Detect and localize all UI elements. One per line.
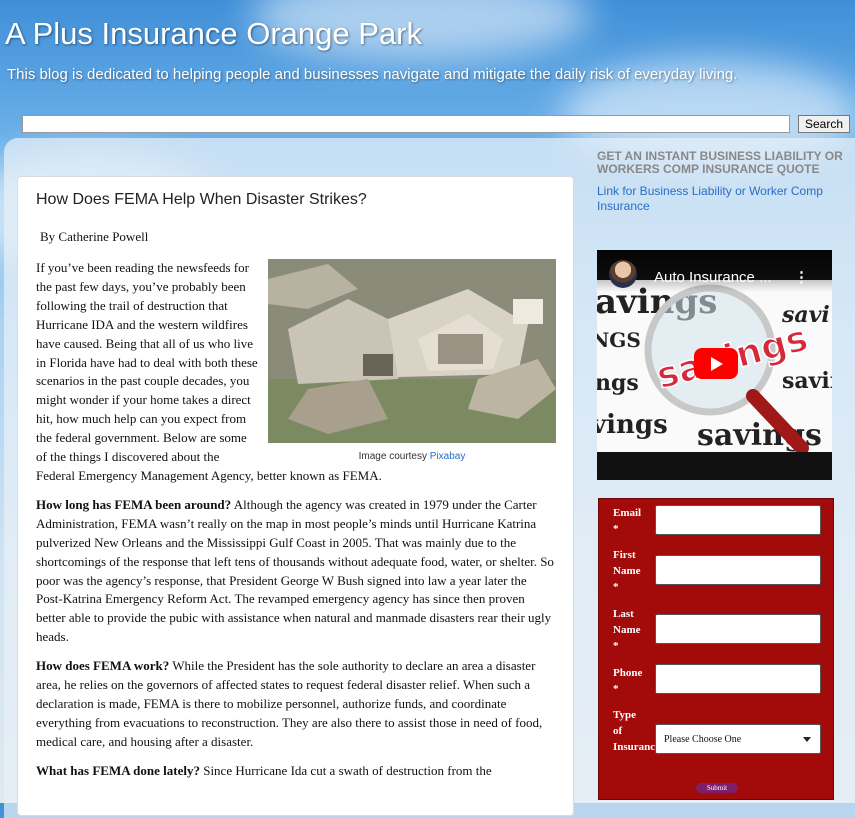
search-input[interactable]: [22, 115, 790, 133]
blog-description: This blog is dedicated to helping people…: [7, 66, 738, 83]
email-field[interactable]: [655, 505, 821, 535]
insurance-type-select[interactable]: Please Choose One: [655, 724, 821, 754]
post-figure: Image courtesy Pixabay: [268, 259, 556, 463]
section-heading: What has FEMA done lately?: [36, 762, 200, 778]
search-bar: Search: [22, 115, 851, 134]
phone-label: Phone *: [613, 667, 643, 695]
section-heading: How does FEMA work?: [36, 658, 170, 674]
chevron-down-icon: [803, 737, 811, 742]
phone-field[interactable]: [655, 664, 821, 694]
email-label: Email *: [613, 507, 642, 535]
post-section: What has FEMA done lately? Since Hurrica…: [36, 762, 556, 781]
post-title[interactable]: How Does FEMA Help When Disaster Strikes…: [36, 191, 367, 209]
first-name-field[interactable]: [655, 555, 821, 585]
youtube-video-embed[interactable]: avings NGS ngs vings savings savi savin …: [597, 250, 832, 480]
caption-text: Image courtesy: [358, 451, 430, 462]
insurance-type-selected: Please Choose One: [664, 734, 742, 745]
post-section: How does FEMA work? While the President …: [36, 657, 556, 752]
search-button[interactable]: Search: [798, 115, 850, 133]
blog-post: How Does FEMA Help When Disaster Strikes…: [17, 176, 574, 816]
business-liability-link[interactable]: Link for Business Liability or Worker Co…: [597, 184, 847, 214]
kebab-menu-icon[interactable]: ⋮: [794, 268, 809, 286]
quote-form: Email * First Name * Last Name * Phone *…: [598, 498, 834, 800]
hurricane-damage-photo: [268, 259, 556, 443]
post-byline: By Catherine Powell: [40, 229, 149, 244]
quote-widget-heading: GET AN INSTANT BUSINESS LIABILITY OR WOR…: [597, 149, 843, 176]
section-text: Since Hurricane Ida cut a swath of destr…: [199, 762, 492, 778]
hurricane-damage-illustration: [268, 259, 556, 443]
play-icon[interactable]: [694, 348, 738, 379]
sidebar: GET AN INSTANT BUSINESS LIABILITY OR WOR…: [597, 150, 847, 214]
submit-button[interactable]: Submit: [696, 783, 738, 793]
post-body: Image courtesy Pixabay If you’ve been re…: [36, 259, 556, 791]
last-name-field[interactable]: [655, 614, 821, 644]
channel-avatar[interactable]: [609, 260, 637, 288]
image-caption: Image courtesy Pixabay: [268, 450, 556, 463]
pixabay-link[interactable]: Pixabay: [430, 451, 466, 462]
first-name-label: First Name *: [613, 549, 641, 593]
section-text: Although the agency was created in 1979 …: [36, 496, 554, 645]
video-title[interactable]: Auto Insurance ...: [654, 269, 772, 286]
blog-title[interactable]: A Plus Insurance Orange Park: [5, 16, 422, 52]
section-heading: How long has FEMA been around?: [36, 496, 232, 512]
last-name-label: Last Name *: [613, 608, 641, 652]
post-section: How long has FEMA been around? Although …: [36, 496, 556, 647]
insurance-type-label: Type of Insurance*: [613, 709, 666, 753]
